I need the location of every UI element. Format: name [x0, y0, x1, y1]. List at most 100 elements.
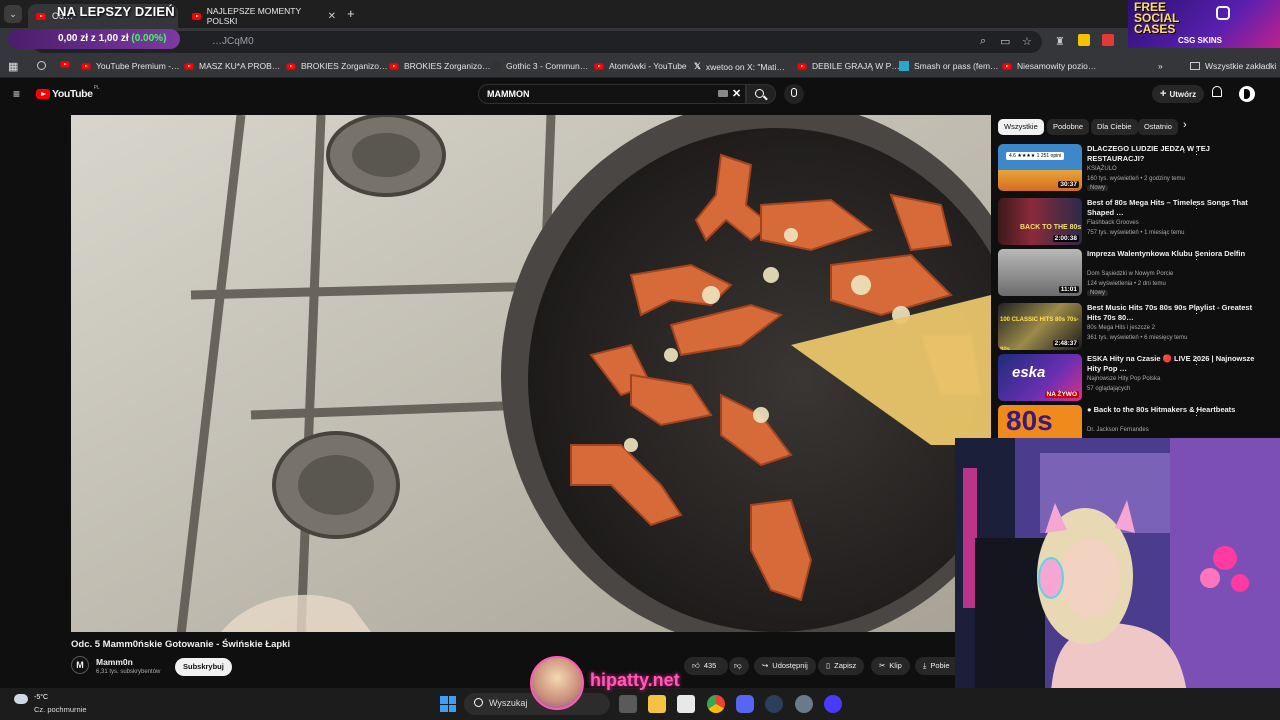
avatar[interactable] — [1239, 86, 1255, 102]
recommendation-item[interactable]: 11:01 Impreza Walentynkowa Klubu Seniora… — [998, 249, 1268, 297]
share-button[interactable]: ↪ Udostępnij — [754, 657, 816, 675]
keyboard-icon[interactable] — [718, 90, 728, 97]
extension-red-icon[interactable] — [1102, 34, 1114, 46]
subscriber-count: 6,31 tys. subskrybentów — [96, 669, 161, 675]
start-windows-icon[interactable] — [440, 696, 456, 712]
video-meta: 57 oglądających — [1087, 386, 1131, 392]
bookmark-item[interactable]: BROKIES Zorganizo… — [286, 61, 387, 71]
tab-search-chevron-icon[interactable]: ⌄ — [4, 5, 22, 23]
like-button[interactable]: 👍︎ 435 — [684, 657, 728, 675]
video-title[interactable]: Best of 80s Mega Hits – Timeless Songs T… — [1087, 198, 1257, 218]
bookmark-item[interactable] — [60, 61, 75, 68]
all-bookmarks[interactable]: Wszystkie zakładki — [1190, 61, 1276, 71]
youtube-logo[interactable]: YouTube PL — [36, 85, 100, 100]
channel-name[interactable]: Mamm0n — [96, 657, 133, 667]
chips-next-chevron-icon[interactable]: › — [1183, 119, 1187, 131]
store-icon[interactable] — [677, 695, 695, 713]
task-view-icon[interactable] — [619, 695, 637, 713]
video-player[interactable] — [71, 115, 991, 632]
chip-podobne[interactable]: Podobne — [1047, 119, 1090, 135]
cast-icon[interactable]: ▭ — [1000, 35, 1010, 48]
search-button[interactable] — [746, 84, 776, 104]
bookmark-star-icon[interactable]: ☆ — [1022, 35, 1032, 48]
bookmark-item[interactable]: YouTube Premium -… — [81, 61, 179, 71]
video-thumbnail[interactable]: 80s — [998, 405, 1082, 438]
voice-search-button[interactable] — [784, 84, 804, 104]
bookmark-item[interactable]: Niesamowity pozio… — [1002, 61, 1096, 71]
chip-wszystkie[interactable]: Wszystkie — [998, 119, 1044, 135]
search-input[interactable]: MAMMON ✕ — [478, 84, 746, 104]
video-title[interactable]: Best Music Hits 70s 80s 90s Playlist - G… — [1087, 303, 1257, 323]
extension-icon[interactable]: ♜ — [1055, 35, 1065, 48]
video-title[interactable]: ● Back to the 80s Hitmakers & Heartbeats — [1087, 405, 1257, 415]
settings-gear-icon[interactable] — [795, 695, 813, 713]
more-actions-icon[interactable]: ⋮ — [1192, 146, 1201, 157]
video-thumbnail[interactable]: BACK TO THE 80s 2:00:38 — [998, 198, 1082, 245]
recommendation-item[interactable]: BACK TO THE 80s 2:00:38 Best of 80s Mega… — [998, 198, 1268, 246]
weather-icon[interactable] — [14, 694, 28, 704]
bookmark-item[interactable]: Gothic 3 - Commun… — [492, 61, 588, 71]
address-bar[interactable]: …JCqM0 — [32, 31, 1042, 53]
create-button[interactable]: + Utwórz — [1152, 85, 1205, 103]
zoom-icon[interactable]: ⌕ — [980, 35, 986, 48]
weather-temp[interactable]: -5°C — [34, 694, 48, 701]
menu-icon[interactable]: ≡ — [13, 87, 20, 101]
steam-icon[interactable] — [765, 695, 783, 713]
youtube-logo-icon — [36, 89, 50, 99]
more-actions-icon[interactable]: ⋮ — [1192, 251, 1201, 262]
video-thumbnail[interactable]: 11:01 — [998, 249, 1082, 296]
recommendation-item[interactable]: eska NA ŻYWO ESKA Hity na Czasie 🔴 LIVE … — [998, 354, 1268, 402]
video-thumbnail[interactable]: eska NA ŻYWO — [998, 354, 1082, 401]
channel-name[interactable]: 80s Mega Hits i jeszcze 2 — [1087, 325, 1155, 331]
chip-dla-ciebie[interactable]: Dla Ciebie — [1091, 119, 1138, 135]
channel-name[interactable]: Dr. Jackson Fernandes — [1087, 427, 1149, 433]
video-thumbnail[interactable]: 4.6 ★★★★ 1 251 opini 30:37 — [998, 144, 1082, 191]
file-explorer-icon[interactable] — [648, 695, 666, 713]
video-title[interactable]: DLACZEGO LUDZIE JEDZĄ W TEJ RESTAURACJI? — [1087, 144, 1257, 164]
bookmark-item[interactable]: DEBILE GRAJĄ W P… — [797, 61, 900, 71]
weather-desc[interactable]: Cz. pochmurnie — [34, 705, 87, 714]
more-actions-icon[interactable]: ⋮ — [1192, 200, 1201, 211]
bookmark-item[interactable]: Smash or pass (fem… — [899, 61, 999, 71]
more-actions-icon[interactable]: ⋮ — [1192, 356, 1201, 367]
tab-najlepsze-momenty[interactable]: NAJLEPSZE MOMENTY POLSKI ✕ — [184, 4, 344, 28]
app-icon[interactable] — [824, 695, 842, 713]
channel-name[interactable]: Najnowsze Hity Pop Polska — [1087, 376, 1160, 382]
more-bookmarks-chevron-icon[interactable]: » — [1158, 61, 1163, 71]
channel-avatar[interactable]: M — [71, 656, 89, 674]
close-tab-icon[interactable]: ✕ — [328, 11, 336, 22]
chrome-icon[interactable] — [707, 695, 725, 713]
subscribe-button[interactable]: Subskrybuj — [175, 658, 232, 676]
chip-ostatnio[interactable]: Ostatnio — [1138, 119, 1178, 135]
more-actions-icon[interactable]: ⋮ — [1192, 305, 1201, 316]
dislike-button[interactable]: 👎︎ — [729, 657, 749, 675]
notifications-bell-icon[interactable] — [1212, 86, 1222, 97]
bookmark-item[interactable]: Atomówki - YouTube — [594, 61, 687, 71]
recommendation-item[interactable]: 80s ● Back to the 80s Hitmakers & Heartb… — [998, 405, 1268, 438]
clip-button[interactable]: ✂ Klip — [871, 657, 910, 675]
thumbs-up-icon: 👍︎ — [692, 661, 700, 670]
bookmark-item[interactable]: MASZ KU*A PROB… — [184, 61, 280, 71]
clear-search-icon[interactable]: ✕ — [732, 85, 741, 103]
new-tab-icon[interactable]: + — [347, 6, 355, 21]
apps-grid-icon[interactable]: ▦ — [8, 60, 18, 73]
discord-icon[interactable] — [736, 695, 754, 713]
bookmark-item[interactable]: 𝕏xwetoo on X: "Mati… — [694, 61, 785, 72]
video-thumbnail[interactable]: 100 CLASSIC HITS 80s 70s-80s 2:48:37 — [998, 303, 1082, 350]
video-title[interactable]: Impreza Walentynkowa Klubu Seniora Delfi… — [1087, 249, 1257, 259]
channel-name[interactable]: Flashback Grooves — [1087, 220, 1139, 226]
channel-name[interactable]: KSIĄŻULO — [1087, 166, 1117, 172]
live-badge: NA ŻYWO — [1044, 391, 1079, 398]
video-title[interactable]: ESKA Hity na Czasie 🔴 LIVE 2026 | Najnow… — [1087, 354, 1257, 374]
video-duration: 2:48:37 — [1052, 340, 1079, 347]
more-actions-icon[interactable]: ⋮ — [1192, 407, 1201, 418]
download-button[interactable]: ⤓ Pobie — [915, 657, 955, 675]
save-button[interactable]: ▯ Zapisz — [818, 657, 865, 675]
recommendation-item[interactable]: 100 CLASSIC HITS 80s 70s-80s 2:48:37 Bes… — [998, 303, 1268, 351]
bookmark-item[interactable] — [37, 61, 46, 70]
channel-name[interactable]: Dom Sąsiedzki w Nowym Porcie — [1087, 271, 1173, 277]
extension-yellow-icon[interactable] — [1078, 34, 1090, 46]
bookmark-item[interactable]: BROKIES Zorganizo… — [389, 61, 490, 71]
recommendation-item[interactable]: 4.6 ★★★★ 1 251 opini 30:37 DLACZEGO LUDZ… — [998, 144, 1268, 192]
webcam-overlay — [955, 438, 1280, 720]
